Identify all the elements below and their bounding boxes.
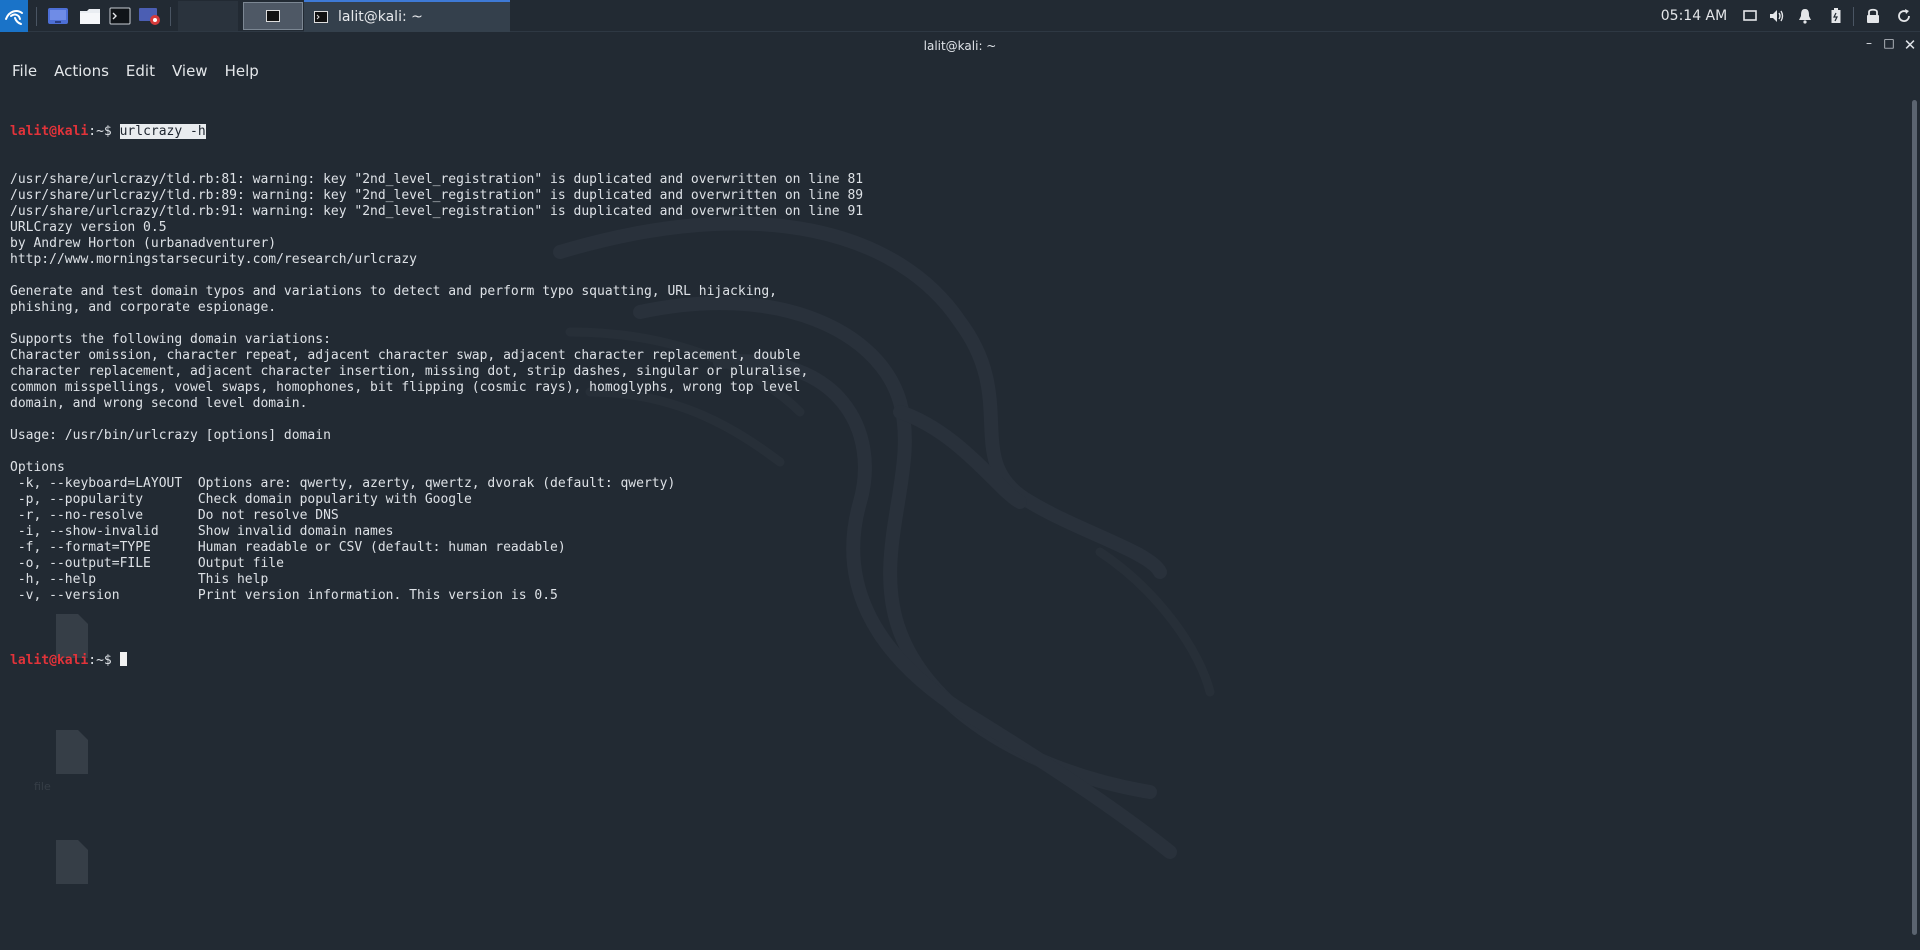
prompt-user: lalit@kali <box>10 653 89 668</box>
workspace-2[interactable] <box>243 2 303 30</box>
output-line: by Andrew Horton (urbanadventurer) <box>10 236 277 251</box>
panel-separator <box>170 7 171 26</box>
power-refresh-icon[interactable] <box>1892 0 1916 32</box>
volume-icon[interactable] <box>1765 0 1789 32</box>
menu-file[interactable]: File <box>12 60 37 84</box>
menu-view[interactable]: View <box>172 60 208 84</box>
close-button[interactable]: ✕ <box>1903 36 1917 56</box>
output-line: -i, --show-invalid Show invalid domain n… <box>10 524 394 539</box>
text-cursor <box>119 652 127 666</box>
output-line: http://www.morningstarsecurity.com/resea… <box>10 252 417 267</box>
show-desktop-icon[interactable] <box>44 0 72 32</box>
output-line: -v, --version Print version information.… <box>10 588 558 603</box>
output-line: -f, --format=TYPE Human readable or CSV … <box>10 540 566 555</box>
display-icon[interactable] <box>1738 0 1762 32</box>
window-title: lalit@kali: ~ <box>923 39 997 53</box>
output-line: -r, --no-resolve Do not resolve DNS <box>10 508 339 523</box>
taskbar-terminal-button[interactable]: lalit@kali: ~ <box>304 0 510 32</box>
output-line: Character omission, character repeat, ad… <box>10 348 801 363</box>
panel-separator <box>1853 7 1854 26</box>
output-line: -h, --help This help <box>10 572 269 587</box>
output-line: common misspellings, vowel swaps, homoph… <box>10 380 801 395</box>
output-line: Supports the following domain variations… <box>10 332 331 347</box>
terminal-scrollbar[interactable] <box>1912 100 1917 935</box>
terminal-launcher-icon[interactable] <box>106 0 134 32</box>
lock-screen-icon[interactable] <box>1861 0 1885 32</box>
menu-help[interactable]: Help <box>225 60 259 84</box>
output-line: Usage: /usr/bin/urlcrazy [options] domai… <box>10 428 331 443</box>
kali-menu-icon[interactable] <box>0 0 28 32</box>
clock[interactable]: 05:14 AM <box>1654 0 1734 32</box>
prompt-user: lalit@kali <box>10 124 89 139</box>
terminal-output[interactable]: lalit@kali:~$ urlcrazy -h /usr/share/url… <box>10 92 1900 684</box>
command-line: lalit@kali:~$ urlcrazy -h <box>10 124 1900 140</box>
top-panel: lalit@kali: ~ 05:14 AM <box>0 0 1920 32</box>
output-line: URLCrazy version 0.5 <box>10 220 167 235</box>
menu-edit[interactable]: Edit <box>126 60 155 84</box>
output-line: /usr/share/urlcrazy/tld.rb:89: warning: … <box>10 188 864 203</box>
prompt-path: :~$ <box>88 653 120 668</box>
output-line: domain, and wrong second level domain. <box>10 396 308 411</box>
taskbar-terminal-label: lalit@kali: ~ <box>338 9 423 25</box>
battery-icon[interactable] <box>1824 0 1848 32</box>
workspace-1[interactable] <box>178 1 238 31</box>
file-manager-icon[interactable] <box>76 0 104 32</box>
minimize-button[interactable]: – <box>1862 36 1876 56</box>
output-line: -k, --keyboard=LAYOUT Options are: qwert… <box>10 476 676 491</box>
terminal-icon <box>314 11 328 23</box>
prompt-path: :~$ <box>88 124 120 139</box>
desktop-file-icon <box>52 838 92 886</box>
notifications-icon[interactable] <box>1793 0 1817 32</box>
menu-actions[interactable]: Actions <box>54 60 109 84</box>
desktop-file-label: file <box>34 780 51 793</box>
command-text: urlcrazy -h <box>119 124 206 139</box>
desktop-file-icon <box>52 728 92 776</box>
output-line: Generate and test domain typos and varia… <box>10 284 778 299</box>
command-output: /usr/share/urlcrazy/tld.rb:81: warning: … <box>10 172 1900 620</box>
output-line: Options <box>10 460 65 475</box>
output-line: /usr/share/urlcrazy/tld.rb:81: warning: … <box>10 172 864 187</box>
output-line: /usr/share/urlcrazy/tld.rb:91: warning: … <box>10 204 864 219</box>
output-line: -p, --popularity Check domain popularity… <box>10 492 472 507</box>
terminal-menubar: File Actions Edit View Help <box>0 60 264 84</box>
screen-recorder-icon[interactable] <box>136 0 164 32</box>
output-line: character replacement, adjacent characte… <box>10 364 809 379</box>
maximize-button[interactable]: □ <box>1882 36 1896 56</box>
current-prompt-line[interactable]: lalit@kali:~$ <box>10 652 1900 668</box>
output-line: phishing, and corporate espionage. <box>10 300 277 315</box>
output-line: -o, --output=FILE Output file <box>10 556 284 571</box>
panel-separator <box>36 7 37 26</box>
